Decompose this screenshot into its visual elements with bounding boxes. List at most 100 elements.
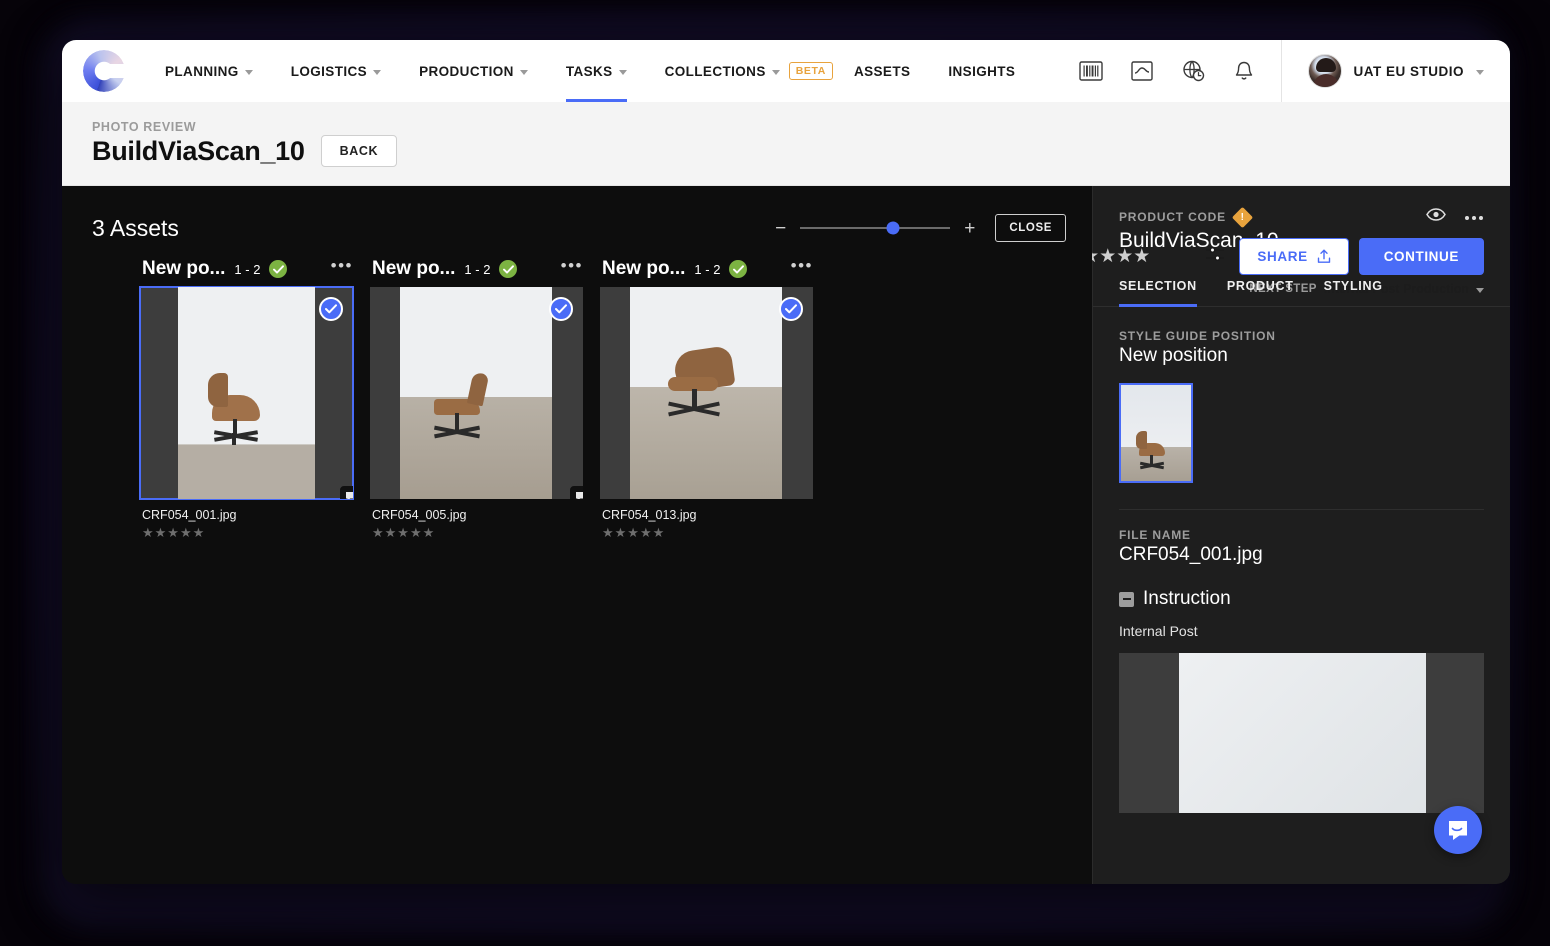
gallery-header: 3 Assets − + CLOSE: [62, 186, 1092, 248]
tab-product[interactable]: PRODUCT: [1227, 279, 1294, 306]
asset-card[interactable]: New po... 1 - 2 •••: [600, 258, 813, 541]
tab-selection[interactable]: SELECTION: [1119, 279, 1197, 307]
chevron-down-icon: [1476, 69, 1484, 75]
zoom-out-button[interactable]: −: [775, 219, 786, 238]
user-menu[interactable]: UAT EU STUDIO: [1280, 40, 1511, 102]
barcode-icon[interactable]: [1078, 60, 1103, 82]
breadcrumb: PHOTO REVIEW: [92, 120, 197, 134]
nav-item-assets[interactable]: ASSETS: [835, 40, 929, 102]
asset-file-name: CRF054_001.jpg: [142, 508, 237, 522]
nav-item-tasks[interactable]: TASKS: [547, 40, 646, 102]
globe-clock-icon[interactable]: [1181, 59, 1206, 83]
comment-badge-icon[interactable]: [570, 486, 583, 499]
style-guide-section: STYLE GUIDE POSITION New position: [1093, 307, 1510, 510]
terminal-icon[interactable]: [1130, 60, 1154, 82]
asset-card-footer: CRF054_001.jpg ★★★★★: [140, 499, 353, 541]
share-button[interactable]: SHARE: [1239, 238, 1349, 275]
asset-page-label: 1 - 2: [234, 261, 261, 277]
asset-thumbnail[interactable]: [370, 287, 583, 499]
instruction-image[interactable]: [1119, 653, 1484, 813]
instruction-toggle-row[interactable]: Instruction: [1119, 588, 1484, 610]
style-guide-value: New position: [1119, 345, 1228, 366]
asset-file-name: CRF054_005.jpg: [372, 508, 467, 522]
app-logo[interactable]: [62, 50, 146, 92]
asset-card-footer: CRF054_005.jpg ★★★★★: [370, 499, 583, 541]
asset-image: [178, 287, 315, 499]
asset-card[interactable]: New po... 1 - 2 •••: [139, 258, 354, 541]
comment-badge-icon[interactable]: [340, 486, 353, 499]
chainlink-c-logo-icon: [83, 50, 125, 92]
share-upload-icon: [1317, 249, 1330, 263]
file-name-label: FILE NAME: [1119, 528, 1191, 542]
asset-page-label: 1 - 2: [694, 261, 721, 277]
intercom-chat-button[interactable]: [1434, 806, 1482, 854]
asset-selected-check-icon[interactable]: [549, 297, 573, 321]
asset-card-header: New po... 1 - 2 •••: [600, 258, 813, 280]
zoom-control: − + CLOSE: [775, 214, 1066, 242]
asset-more-menu[interactable]: •••: [791, 258, 813, 276]
warning-diamond-icon: !: [1231, 206, 1254, 228]
nav-icon-group: [1078, 59, 1281, 83]
zoom-in-button[interactable]: +: [964, 219, 975, 238]
approved-check-icon: [269, 260, 288, 278]
asset-image: [630, 287, 782, 499]
asset-card[interactable]: New po... 1 - 2 •••: [370, 258, 583, 541]
chevron-down-icon: [1476, 287, 1484, 293]
top-navigation-bar: PLANNING LOGISTICS PRODUCTION TASKS COLL…: [62, 40, 1510, 102]
bell-icon[interactable]: [1233, 60, 1255, 83]
share-label: SHARE: [1257, 249, 1308, 264]
eye-icon[interactable]: [1426, 208, 1446, 226]
nav-item-logistics[interactable]: LOGISTICS: [272, 40, 400, 102]
file-name-section: FILE NAME CRF054_001.jpg Instruction Int…: [1093, 510, 1510, 813]
chevron-down-icon: [244, 69, 253, 75]
asset-position-label: New po...: [142, 258, 226, 279]
asset-selected-check-icon[interactable]: [319, 297, 343, 321]
zoom-slider[interactable]: [800, 221, 951, 235]
nav-label-logistics: LOGISTICS: [290, 63, 368, 79]
page-title-block: PHOTO REVIEW BuildViaScan_10 BACK: [92, 120, 398, 167]
asset-more-menu[interactable]: •••: [331, 258, 353, 276]
continue-button[interactable]: CONTINUE: [1358, 238, 1484, 275]
back-button[interactable]: BACK: [320, 135, 398, 167]
nav-item-production[interactable]: PRODUCTION: [400, 40, 547, 102]
chevron-down-icon: [519, 69, 528, 75]
nav-label-assets: ASSETS: [853, 63, 911, 79]
close-button[interactable]: CLOSE: [995, 214, 1066, 242]
asset-position-label: New po...: [372, 258, 456, 279]
nav-label-production: PRODUCTION: [419, 63, 514, 79]
asset-card-list: New po... 1 - 2 ••• CRF054_001.jpg ★★★★★…: [62, 248, 1092, 541]
asset-thumbnail[interactable]: [139, 286, 354, 500]
asset-rating-stars[interactable]: ★★★★★: [142, 525, 351, 541]
asset-file-name: CRF054_013.jpg: [602, 508, 697, 522]
zoom-slider-knob[interactable]: [886, 221, 900, 235]
main-body: 3 Assets − + CLOSE New po... 1 - 2 ••• C…: [62, 186, 1510, 884]
asset-position-label: New po...: [602, 258, 686, 279]
nav-item-collections[interactable]: COLLECTIONS: [646, 40, 799, 102]
nav-right-cluster: UAT EU STUDIO: [1078, 40, 1511, 102]
tab-styling[interactable]: STYLING: [1324, 279, 1383, 306]
user-name-label: UAT EU STUDIO: [1353, 63, 1464, 79]
asset-selected-check-icon[interactable]: [779, 297, 803, 321]
chevron-down-icon: [771, 69, 780, 75]
asset-more-menu[interactable]: •••: [561, 258, 583, 276]
intercom-chat-icon: [1449, 821, 1467, 840]
style-guide-thumbnail[interactable]: [1119, 383, 1193, 483]
approved-check-icon: [729, 260, 748, 278]
more-dots-icon[interactable]: [1464, 208, 1484, 226]
main-nav-items: PLANNING LOGISTICS PRODUCTION TASKS COLL…: [146, 40, 1034, 102]
sliders-icon[interactable]: [1204, 244, 1226, 269]
asset-image: [400, 287, 552, 499]
asset-rating-stars[interactable]: ★★★★★: [372, 525, 581, 541]
chevron-down-icon: [373, 69, 382, 75]
asset-rating-stars[interactable]: ★★★★★: [602, 525, 811, 541]
nav-item-insights[interactable]: INSIGHTS: [929, 40, 1034, 102]
asset-count-label: 3 Assets: [92, 214, 179, 241]
instruction-subtitle: Internal Post: [1119, 623, 1198, 639]
asset-thumbnail[interactable]: [600, 287, 813, 499]
asset-card-header: New po... 1 - 2 •••: [370, 258, 583, 280]
nav-item-planning[interactable]: PLANNING: [146, 40, 272, 102]
file-name-value: CRF054_001.jpg: [1119, 544, 1263, 565]
nav-label-tasks: TASKS: [565, 63, 613, 79]
collapse-minus-icon[interactable]: [1119, 591, 1134, 607]
asset-card-footer: CRF054_013.jpg ★★★★★: [600, 499, 813, 541]
